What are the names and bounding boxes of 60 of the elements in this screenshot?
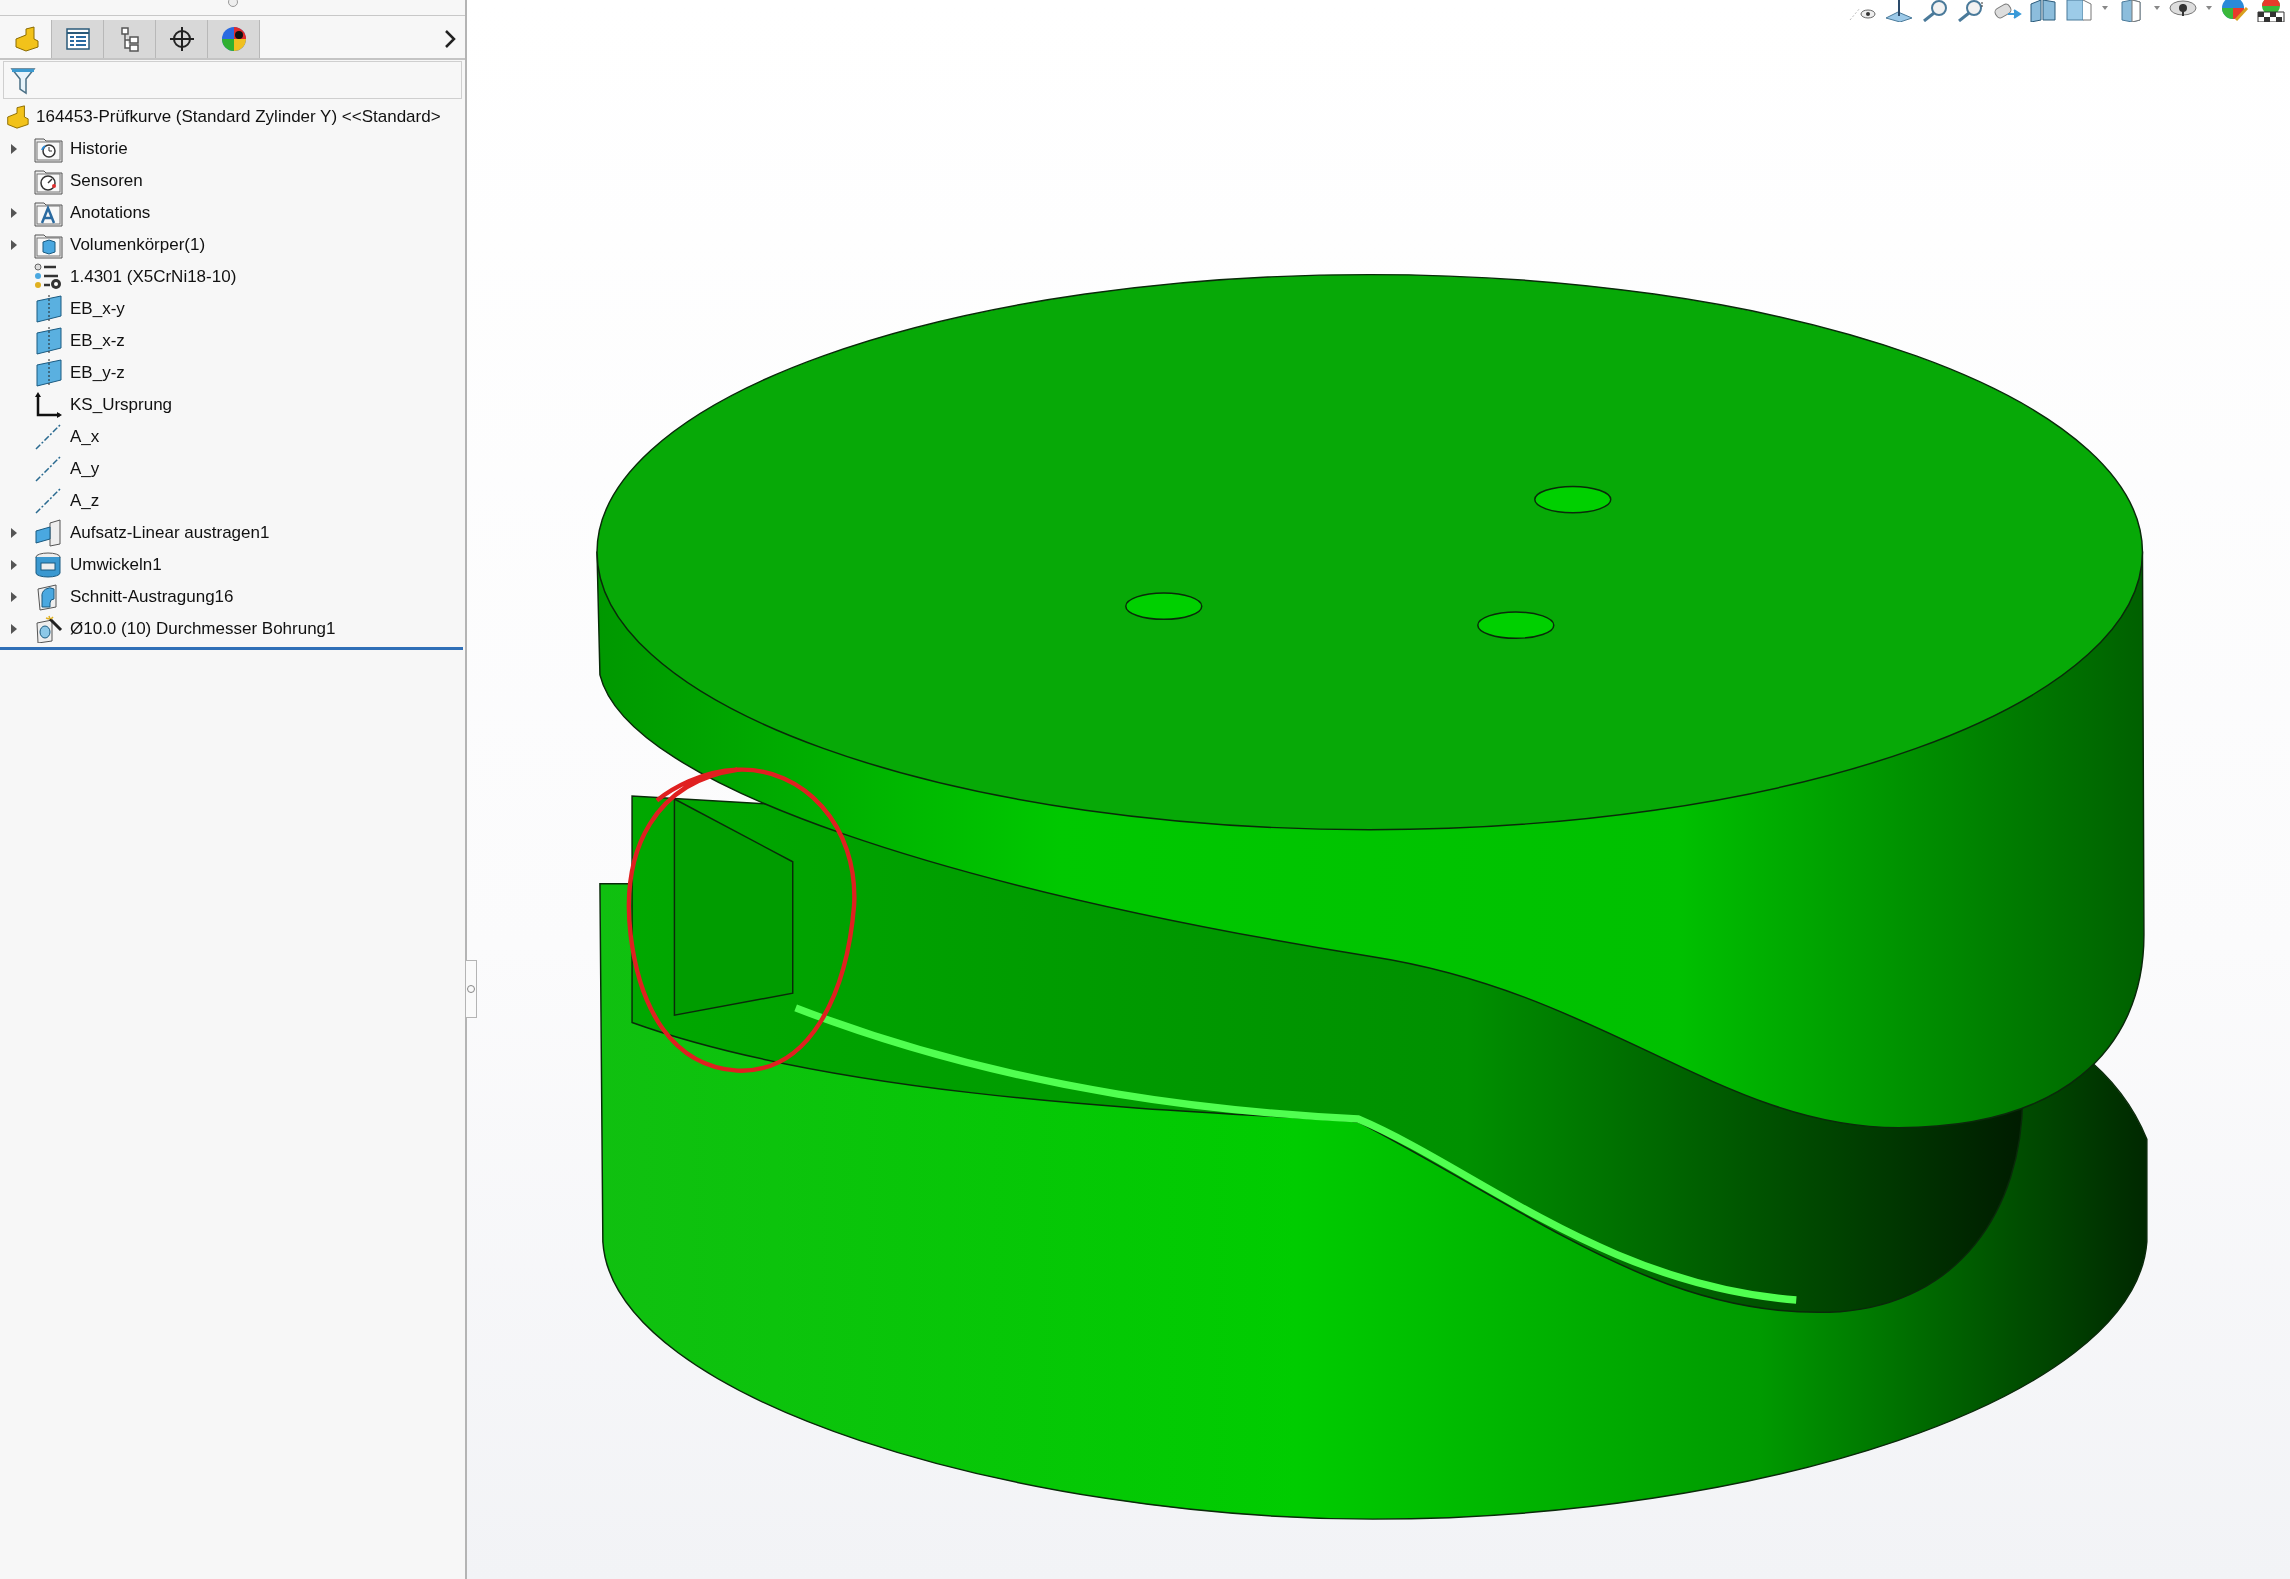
axis-line-icon [34, 455, 64, 483]
plane-icon [34, 359, 64, 387]
normal-to-icon[interactable] [1884, 0, 1914, 22]
scene-icon[interactable] [2256, 0, 2286, 22]
color-sphere-icon [219, 25, 248, 53]
expand-arrow-icon[interactable] [8, 591, 18, 603]
expand-arrow-icon[interactable] [8, 239, 18, 251]
tree-item-label[interactable]: Anotations [70, 203, 151, 223]
crosshair-icon [167, 25, 196, 53]
splitter-handle[interactable] [465, 960, 477, 1018]
panel-handle[interactable] [227, 0, 238, 7]
hole-wizard-icon [34, 615, 64, 643]
expand-arrow-icon[interactable] [8, 527, 18, 539]
previous-view-icon[interactable] [1992, 0, 2022, 22]
tree-item-label[interactable]: Volumenkörper(1) [70, 235, 206, 255]
graphics-viewport[interactable] [467, 0, 2290, 1579]
tree-item-label[interactable]: Schnitt-Austragung16 [70, 587, 234, 607]
solid-body-folder-icon [34, 231, 64, 259]
tree-item-label[interactable]: A_z [70, 491, 100, 511]
chevron-right-icon[interactable] [443, 29, 457, 49]
expand-arrow-icon[interactable] [8, 559, 18, 571]
plane-icon [34, 327, 64, 355]
coordinate-axes-icon [34, 391, 64, 419]
annotation-folder-icon [34, 199, 64, 227]
plane-icon [34, 295, 64, 323]
tree-item-label[interactable]: Umwickeln1 [70, 555, 162, 575]
tree-item-label[interactable]: A_y [70, 459, 100, 479]
part-icon [4, 104, 30, 130]
tree-item-label[interactable]: Historie [70, 139, 128, 159]
tree-item-label[interactable]: EB_x-y [70, 299, 125, 319]
zoom-area-icon[interactable] [1956, 0, 1986, 22]
tree-item-label[interactable]: Aufsatz-Linear austragen1 [70, 523, 270, 543]
zoom-fit-icon[interactable] [1920, 0, 1950, 22]
filter-field[interactable] [3, 61, 462, 99]
panel-tab[interactable] [208, 20, 260, 58]
axis-line-icon [34, 423, 64, 451]
gauge-folder-icon [34, 167, 64, 195]
view-orientation-icon[interactable] [2064, 0, 2094, 22]
part-name-label[interactable]: 164453-Prüfkurve (Standard Zylinder Y) <<Standard> [36, 107, 441, 127]
panel-tab[interactable] [156, 20, 208, 58]
material-icon [34, 263, 64, 291]
list-icon [63, 25, 92, 53]
tree-item-label[interactable]: Ø10.0 (10) Durchmesser Bohrung1 [70, 619, 336, 639]
tree-item-label[interactable]: Sensoren [70, 171, 143, 191]
filter-icon[interactable] [10, 65, 36, 95]
appearance-icon[interactable] [2220, 0, 2250, 22]
extrude-icon [34, 519, 64, 547]
tree-item-label[interactable]: EB_y-z [70, 363, 125, 383]
expand-arrow-icon[interactable] [8, 207, 18, 219]
axis-line-icon [34, 487, 64, 515]
expand-arrow-icon[interactable] [8, 143, 18, 155]
tree-item-label[interactable]: KS_Ursprung [70, 395, 173, 415]
tree-item-label[interactable]: A_x [70, 427, 100, 447]
panel-tab[interactable] [52, 20, 104, 58]
wrap-icon [34, 551, 64, 579]
section-view-icon[interactable] [2028, 0, 2058, 22]
history-folder-icon [34, 135, 64, 163]
tree-item-label[interactable]: EB_x-z [70, 331, 125, 351]
tree-item-label[interactable]: 1.4301 (X5CrNi18-10) [70, 267, 237, 287]
expand-arrow-icon[interactable] [8, 623, 18, 635]
